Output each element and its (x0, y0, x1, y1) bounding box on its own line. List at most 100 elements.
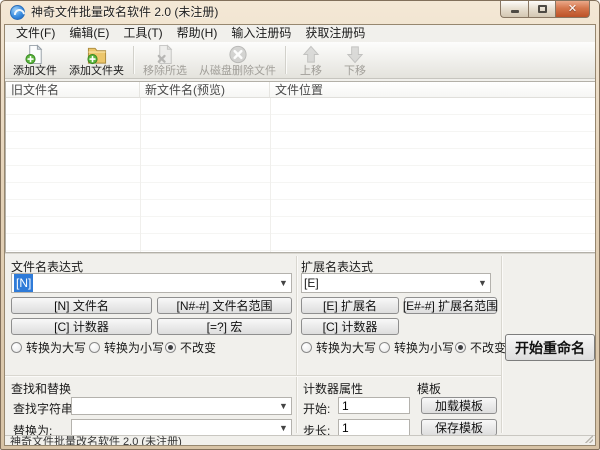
status-bar: 神奇文件批量改名软件 2.0 (未注册) (5, 435, 595, 445)
title-bar: 神奇文件批量改名软件 2.0 (未注册) ✕ (1, 1, 599, 24)
panel-divider-vertical (296, 256, 297, 433)
delete-from-disk-button[interactable]: 从磁盘删除文件 (193, 43, 282, 77)
ext-case-upper-radio[interactable]: 转换为大写 (301, 339, 376, 356)
dropdown-arrow-icon[interactable]: ▼ (276, 401, 291, 411)
app-window: 神奇文件批量改名软件 2.0 (未注册) ✕ 文件(F) 编辑(E) 工具(T)… (0, 0, 600, 450)
radio-circle-icon (379, 342, 390, 353)
file-list-header: 旧文件名 新文件名(预览) 文件位置 (6, 82, 595, 98)
remove-selected-icon (154, 44, 176, 65)
add-file-button[interactable]: 添加文件 (7, 43, 63, 77)
radio-label: 转换为小写 (394, 339, 454, 356)
menu-edit[interactable]: 编辑(E) (62, 25, 116, 42)
extension-expression-combobox[interactable]: [E] ▼ (301, 273, 491, 293)
add-file-icon (24, 44, 46, 65)
button-label: [E#-#] 扩展名范围 (403, 297, 498, 314)
maximize-icon (538, 5, 547, 13)
delete-from-disk-icon (227, 44, 249, 65)
toolbar-button-label: 添加文件夹 (69, 65, 124, 77)
save-template-button[interactable]: 保存模板 (421, 419, 497, 436)
dropdown-arrow-icon[interactable]: ▼ (276, 278, 291, 288)
name-case-lower-radio[interactable]: 转换为小写 (89, 339, 164, 356)
remove-selected-button[interactable]: 移除所选 (137, 43, 193, 77)
start-rename-button[interactable]: 开始重命名 (505, 334, 595, 361)
move-down-button[interactable]: 下移 (333, 43, 377, 77)
dropdown-arrow-icon[interactable]: ▼ (475, 278, 490, 288)
add-folder-button[interactable]: 添加文件夹 (63, 43, 130, 77)
radio-circle-icon (301, 342, 312, 353)
counter-start-input[interactable] (338, 397, 410, 414)
minimize-icon (511, 10, 519, 13)
radio-circle-icon (455, 342, 466, 353)
radio-circle-icon (11, 342, 22, 353)
dropdown-arrow-icon[interactable]: ▼ (276, 423, 291, 433)
toolbar-button-label: 从磁盘删除文件 (199, 65, 276, 77)
panel-divider-horizontal (5, 375, 501, 376)
column-divider (270, 98, 271, 252)
resize-grip-icon[interactable] (585, 435, 593, 443)
button-label: [N] 文件名 (54, 297, 109, 314)
toolbar-button-label: 上移 (300, 65, 322, 77)
radio-label: 不改变 (180, 339, 216, 356)
button-label: [=?] 宏 (207, 318, 243, 335)
toolbar-button-label: 下移 (344, 65, 366, 77)
insert-macro-button[interactable]: [=?] 宏 (157, 318, 292, 335)
template-title: 模板 (417, 380, 441, 397)
radio-label: 不改变 (470, 339, 506, 356)
menu-enter-regcode[interactable]: 输入注册码 (224, 25, 298, 42)
status-text: 神奇文件批量改名软件 2.0 (未注册) (10, 436, 182, 446)
file-list[interactable]: 旧文件名 新文件名(预览) 文件位置 (5, 81, 596, 253)
button-label: [C] 计数器 (54, 318, 109, 335)
insert-filename-button[interactable]: [N] 文件名 (11, 297, 152, 314)
ext-case-unchanged-radio[interactable]: 不改变 (455, 339, 506, 356)
menu-tools[interactable]: 工具(T) (116, 25, 169, 42)
filename-expression-value: [N] (14, 274, 33, 292)
menu-get-regcode[interactable]: 获取注册码 (298, 25, 372, 42)
column-header-location[interactable]: 文件位置 (270, 82, 595, 97)
extension-expression-value: [E] (304, 274, 319, 292)
file-list-body[interactable] (6, 98, 595, 252)
move-up-icon (300, 44, 322, 65)
column-header-old-name[interactable]: 旧文件名 (6, 82, 140, 97)
filename-expression-combobox[interactable]: [N] ▼ (11, 273, 292, 293)
menu-bar: 文件(F) 编辑(E) 工具(T) 帮助(H) 输入注册码 获取注册码 (5, 25, 595, 42)
insert-counter-button-name[interactable]: [C] 计数器 (11, 318, 152, 335)
column-header-new-name[interactable]: 新文件名(预览) (140, 82, 270, 97)
button-label: 加载模板 (435, 397, 483, 414)
find-string-combobox[interactable]: ▼ (71, 397, 292, 415)
toolbar-separator (133, 46, 134, 74)
maximize-button[interactable] (528, 1, 556, 18)
find-string-label: 查找字符串: (13, 400, 76, 417)
insert-counter-button-ext[interactable]: [C] 计数器 (301, 318, 399, 335)
menu-file[interactable]: 文件(F) (9, 25, 62, 42)
counter-step-input[interactable] (338, 419, 410, 436)
minimize-button[interactable] (500, 1, 528, 18)
app-logo-icon (10, 5, 25, 20)
client-area: 文件(F) 编辑(E) 工具(T) 帮助(H) 输入注册码 获取注册码 添加文件 (4, 24, 596, 446)
move-up-button[interactable]: 上移 (289, 43, 333, 77)
window-title: 神奇文件批量改名软件 2.0 (未注册) (31, 1, 218, 24)
button-label: 开始重命名 (515, 338, 585, 358)
button-label: [C] 计数器 (323, 318, 378, 335)
counter-properties-title: 计数器属性 (303, 380, 363, 397)
menu-help[interactable]: 帮助(H) (170, 25, 225, 42)
close-button[interactable]: ✕ (556, 1, 590, 18)
insert-extension-button[interactable]: [E] 扩展名 (301, 297, 399, 314)
button-label: 保存模板 (435, 419, 483, 436)
counter-start-label: 开始: (303, 400, 330, 417)
radio-circle-icon (89, 342, 100, 353)
radio-label: 转换为小写 (104, 339, 164, 356)
ext-case-lower-radio[interactable]: 转换为小写 (379, 339, 454, 356)
toolbar: 添加文件 添加文件夹 移除所选 (5, 42, 595, 79)
name-case-unchanged-radio[interactable]: 不改变 (165, 339, 216, 356)
column-divider (140, 98, 141, 252)
toolbar-separator (285, 46, 286, 74)
insert-extension-range-button[interactable]: [E#-#] 扩展名范围 (404, 297, 497, 314)
options-panel: 文件名表达式 [N] ▼ [N] 文件名 [N#-#] 文件名范围 [C] 计数… (5, 253, 595, 435)
name-case-upper-radio[interactable]: 转换为大写 (11, 339, 86, 356)
window-controls: ✕ (500, 1, 590, 18)
load-template-button[interactable]: 加载模板 (421, 397, 497, 414)
insert-filename-range-button[interactable]: [N#-#] 文件名范围 (157, 297, 292, 314)
close-icon: ✕ (568, 4, 577, 15)
button-label: [E] 扩展名 (323, 297, 377, 314)
move-down-icon (344, 44, 366, 65)
